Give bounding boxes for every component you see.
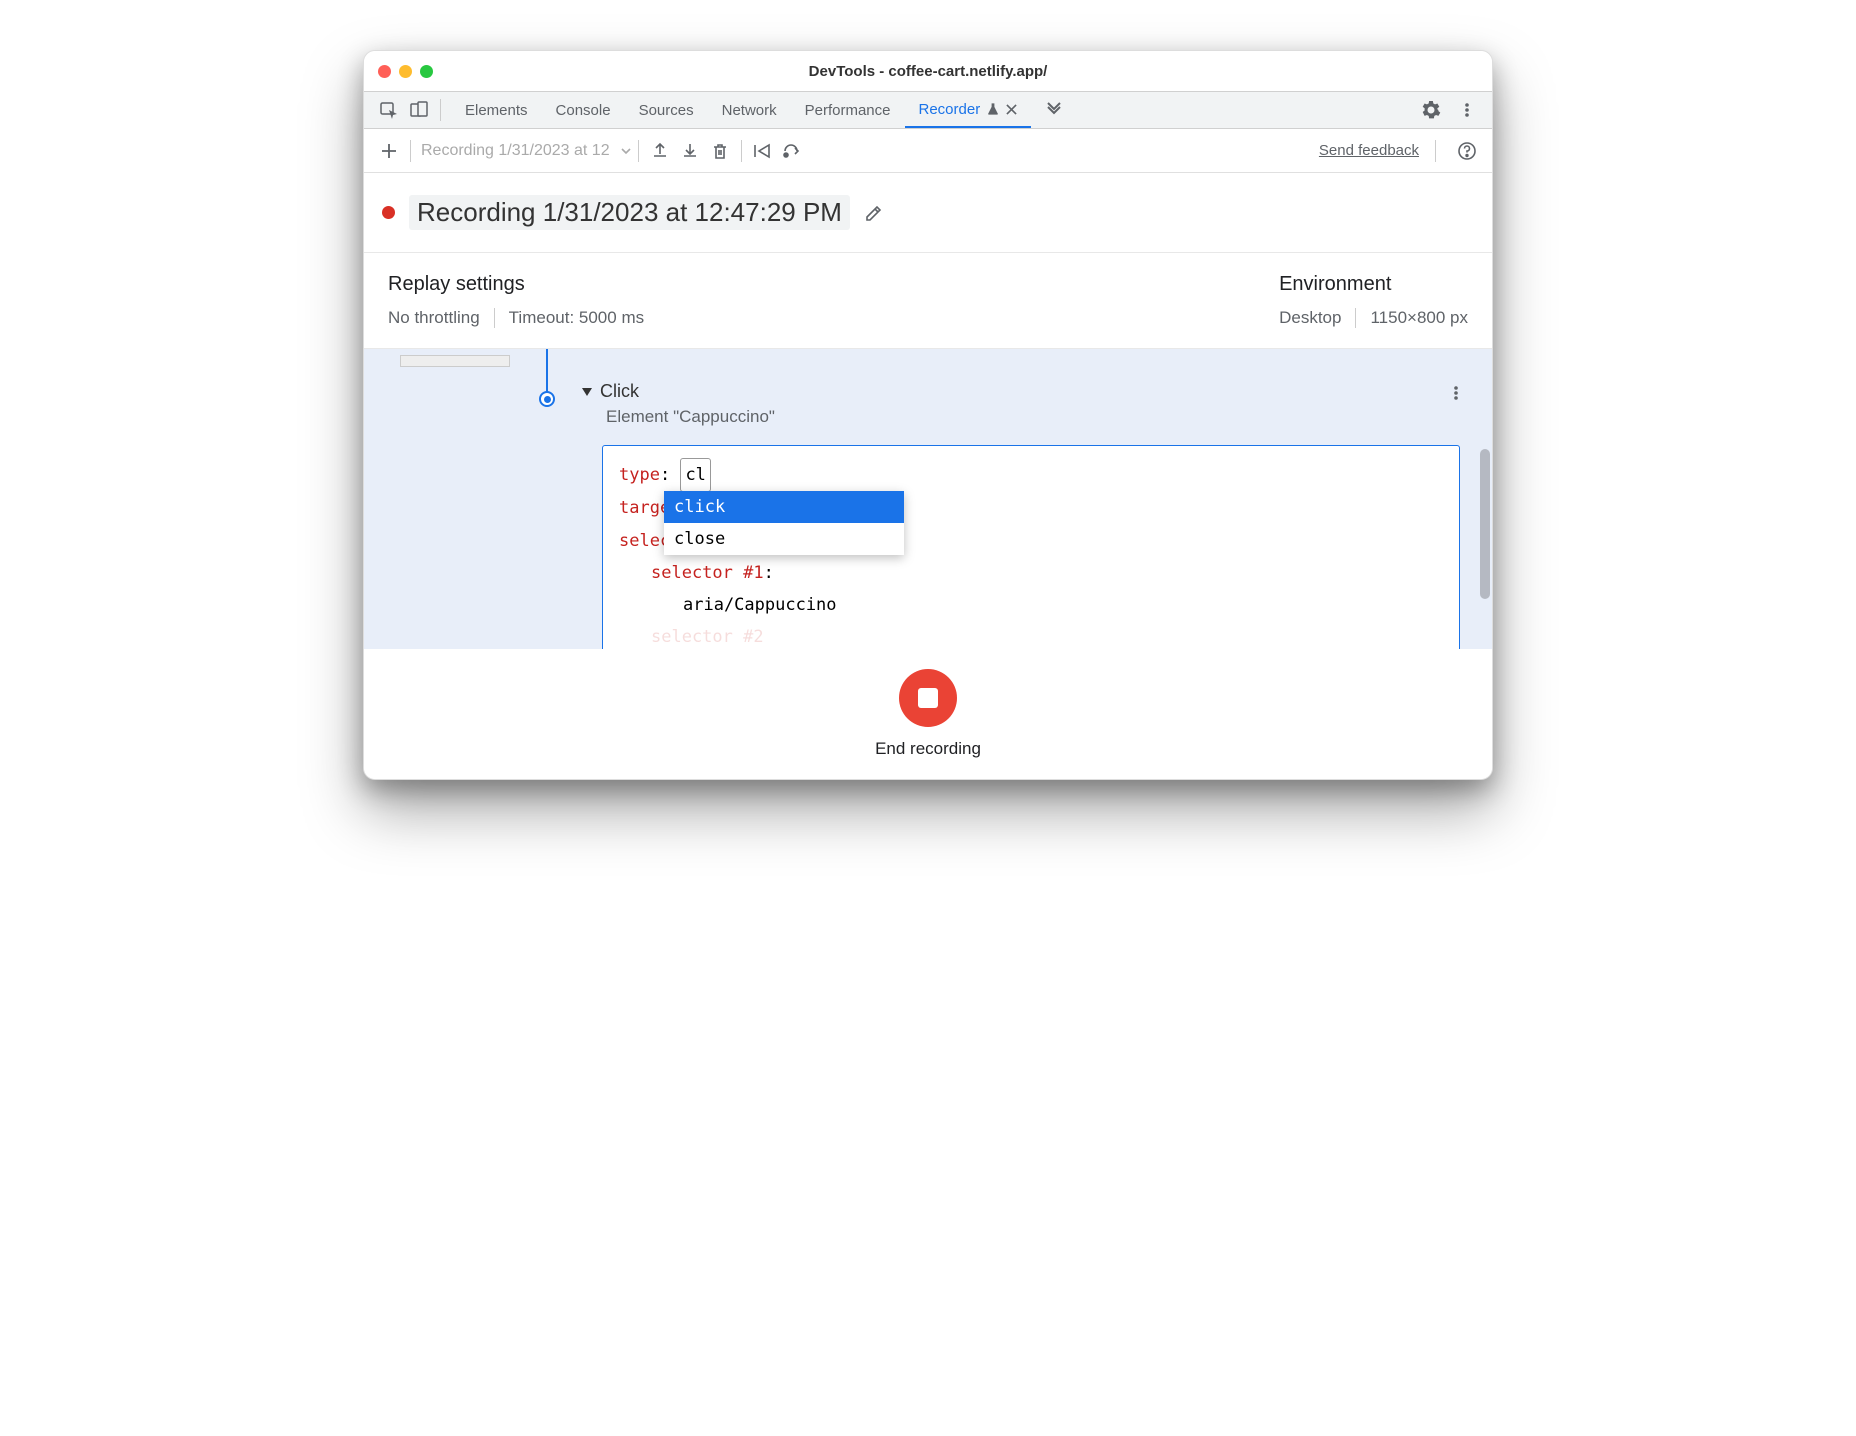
step-more-icon[interactable] [1448,385,1464,401]
separator [494,308,495,328]
replay-icon[interactable] [748,136,778,166]
selector1-key[interactable]: selector #1 [651,563,764,583]
step-subtitle: Element "Cappuccino" [606,407,775,427]
recording-title[interactable]: Recording 1/31/2023 at 12:47:29 PM [409,195,850,230]
tab-label: Performance [805,102,891,119]
tabs: Elements Console Sources Network Perform… [451,92,1069,128]
separator [1435,140,1436,162]
device-toggle-icon[interactable] [404,95,434,125]
tab-performance[interactable]: Performance [791,92,905,128]
traffic-lights [378,65,433,78]
device-value[interactable]: Desktop [1279,308,1341,328]
export-icon[interactable] [645,136,675,166]
delete-icon[interactable] [705,136,735,166]
replay-settings-heading: Replay settings [388,273,644,296]
end-recording-button[interactable] [899,669,957,727]
caret-down-icon [582,388,592,396]
separator [410,140,411,162]
recording-dropdown[interactable]: Recording 1/31/2023 at 12 [421,142,632,160]
flask-icon [986,102,1000,116]
replay-settings: Replay settings No throttling Timeout: 5… [388,273,644,328]
send-feedback-link[interactable]: Send feedback [1319,142,1419,159]
toolbar-right: Send feedback [1319,136,1482,166]
record-indicator-icon [382,206,395,219]
tab-label: Network [722,102,777,119]
gear-icon[interactable] [1416,95,1446,125]
step-title: Click [600,381,639,402]
edit-title-icon[interactable] [864,203,884,223]
type-key: type [619,465,660,485]
devtools-window: DevTools - coffee-cart.netlify.app/ Elem… [363,50,1493,780]
window-title: DevTools - coffee-cart.netlify.app/ [364,63,1492,80]
more-tabs-icon[interactable] [1039,95,1069,125]
maximize-window[interactable] [420,65,433,78]
close-window[interactable] [378,65,391,78]
environment-heading: Environment [1279,273,1468,296]
separator [741,140,742,162]
add-recording-icon[interactable] [374,136,404,166]
tab-label: Sources [639,102,694,119]
tab-network[interactable]: Network [708,92,791,128]
step-bullet[interactable] [539,391,555,407]
separator [440,99,441,121]
tabs-row: Elements Console Sources Network Perform… [364,91,1492,129]
tab-sources[interactable]: Sources [625,92,708,128]
footer: End recording [364,649,1492,779]
step-header[interactable]: Click [582,381,639,402]
end-recording-label: End recording [875,739,981,759]
separator [638,140,639,162]
recording-dd-label: Recording 1/31/2023 at 12 [421,142,610,160]
tabs-right [1416,95,1482,125]
type-value-input[interactable]: cl [680,458,710,492]
tab-recorder[interactable]: Recorder [905,92,1032,128]
help-icon[interactable] [1452,136,1482,166]
close-tab-icon[interactable] [1006,104,1017,115]
tab-label: Console [556,102,611,119]
tab-label: Elements [465,102,528,119]
inspect-icon[interactable] [374,95,404,125]
minimize-window[interactable] [399,65,412,78]
autocomplete-popup: click close [664,491,904,555]
import-icon[interactable] [675,136,705,166]
tab-console[interactable]: Console [542,92,625,128]
dimensions-value[interactable]: 1150×800 px [1370,308,1468,328]
tab-elements[interactable]: Elements [451,92,542,128]
more-menu-icon[interactable] [1452,95,1482,125]
throttling-value[interactable]: No throttling [388,308,480,328]
recording-title-section: Recording 1/31/2023 at 12:47:29 PM [364,173,1492,253]
selector1-value[interactable]: aria/Cappuccino [683,595,837,615]
step-screenshot-thumb[interactable] [400,355,510,367]
recorder-toolbar: Recording 1/31/2023 at 12 Send feedback [364,129,1492,173]
autocomplete-option-click[interactable]: click [664,491,904,523]
environment-settings: Environment Desktop 1150×800 px [1279,273,1468,328]
timeout-value[interactable]: Timeout: 5000 ms [509,308,644,328]
step-icon[interactable] [778,136,808,166]
chevron-down-icon [620,145,632,157]
step-area: Click Element "Cappuccino" type: cl targ… [364,349,1492,649]
scrollbar-thumb[interactable] [1480,449,1490,599]
selector2-key[interactable]: selector #2 [651,627,764,647]
settings-row: Replay settings No throttling Timeout: 5… [364,253,1492,349]
tab-label: Recorder [919,101,981,118]
titlebar: DevTools - coffee-cart.netlify.app/ [364,51,1492,91]
separator [1355,308,1356,328]
autocomplete-option-close[interactable]: close [664,523,904,555]
